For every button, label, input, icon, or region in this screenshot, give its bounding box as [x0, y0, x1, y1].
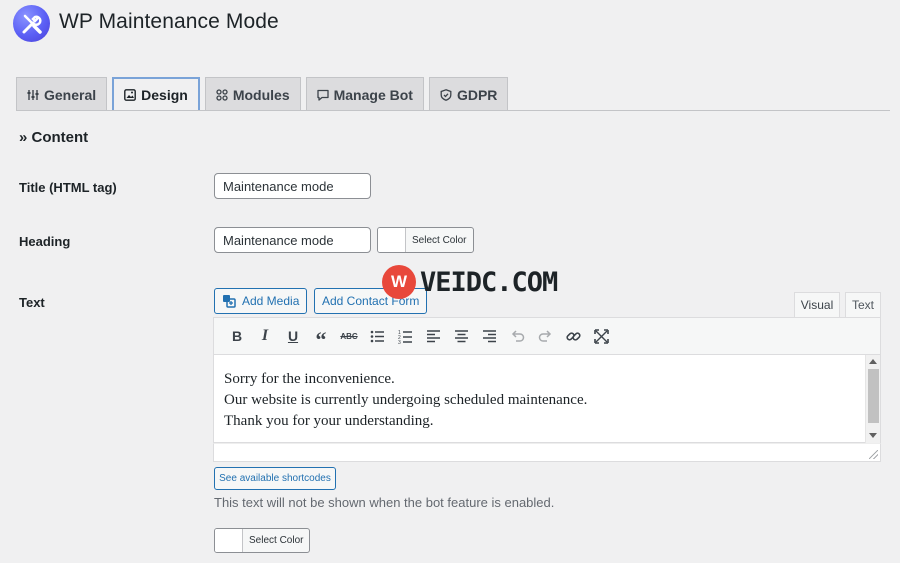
- undo-icon[interactable]: [503, 322, 531, 350]
- scroll-thumb[interactable]: [868, 369, 879, 423]
- redo-icon[interactable]: [531, 322, 559, 350]
- heading-label: Heading: [19, 234, 71, 249]
- tab-design[interactable]: Design: [112, 77, 200, 111]
- editor-line: Our website is currently undergoing sche…: [224, 392, 588, 408]
- italic-icon[interactable]: I: [251, 322, 279, 350]
- tab-gdpr[interactable]: GDPR: [428, 77, 509, 111]
- text-description: This text will not be shown when the bot…: [214, 495, 555, 510]
- text-color-swatch: [215, 529, 243, 552]
- editor-tab-text[interactable]: Text: [845, 292, 881, 318]
- tab-manage-bot-label: Manage Bot: [333, 86, 413, 103]
- app-logo: [13, 5, 50, 42]
- text-label: Text: [19, 295, 45, 310]
- text-color-label: Select Color: [249, 535, 304, 546]
- section-title: » Content: [19, 129, 89, 146]
- shield-icon: [440, 88, 452, 101]
- chat-icon: [316, 89, 329, 101]
- settings-tabs: General Design Modules Manage Bot GDPR: [16, 77, 513, 111]
- heading-color-label: Select Color: [412, 234, 467, 246]
- bullet-list-icon[interactable]: [363, 322, 391, 350]
- editor-scrollbar[interactable]: [865, 355, 880, 443]
- tab-design-label: Design: [141, 87, 188, 103]
- add-media-icon: [223, 294, 236, 308]
- link-icon[interactable]: [559, 322, 587, 350]
- title-input[interactable]: [214, 173, 371, 199]
- editor-statusbar: [213, 443, 881, 462]
- strikethrough-icon[interactable]: ABC: [335, 322, 363, 350]
- scroll-up-arrow-icon[interactable]: [869, 359, 877, 364]
- tab-general-label: General: [44, 86, 97, 103]
- align-right-icon[interactable]: [475, 322, 503, 350]
- tab-modules-label: Modules: [232, 86, 290, 103]
- editor-toolbar: B I U “ ABC 123: [213, 317, 881, 355]
- image-icon: [124, 89, 137, 101]
- bold-icon[interactable]: B: [223, 322, 251, 350]
- editor-line: Thank you for your understanding.: [224, 413, 434, 429]
- text-color-picker-button[interactable]: Select Color: [214, 528, 311, 553]
- editor-content-area[interactable]: Sorry for the inconvenience. Our website…: [213, 355, 881, 443]
- align-left-icon[interactable]: [419, 322, 447, 350]
- sliders-icon: [27, 89, 39, 100]
- title-label: Title (HTML tag): [19, 180, 117, 195]
- align-center-icon[interactable]: [447, 322, 475, 350]
- tab-modules[interactable]: Modules: [204, 77, 301, 111]
- svg-text:3: 3: [398, 340, 401, 344]
- editor-line: Sorry for the inconvenience.: [224, 371, 395, 387]
- tab-gdpr-label: GDPR: [456, 86, 498, 103]
- tab-general[interactable]: General: [16, 77, 108, 111]
- resize-handle-icon[interactable]: [869, 450, 878, 459]
- heading-input[interactable]: [214, 227, 371, 253]
- heading-color-swatch: [378, 228, 406, 252]
- app-title: WP Maintenance Mode: [59, 10, 279, 33]
- fullscreen-icon[interactable]: [587, 322, 615, 350]
- scroll-down-arrow-icon[interactable]: [869, 433, 877, 438]
- numbered-list-icon[interactable]: 123: [391, 322, 419, 350]
- add-media-button[interactable]: Add Media: [214, 288, 308, 314]
- underline-icon[interactable]: U: [279, 322, 307, 350]
- watermark-text: VEIDC.COM: [420, 266, 558, 298]
- blockquote-icon[interactable]: “: [307, 322, 335, 352]
- see-shortcodes-button[interactable]: See available shortcodes: [214, 467, 336, 490]
- heading-color-picker-button[interactable]: Select Color: [377, 227, 475, 253]
- wrench-screwdriver-icon: [22, 14, 42, 34]
- watermark: W VEIDC.COM: [382, 265, 558, 299]
- editor-tab-visual[interactable]: Visual: [794, 292, 840, 318]
- modules-icon: [216, 88, 228, 101]
- add-media-label: Add Media: [242, 294, 300, 308]
- watermark-badge: W: [382, 265, 416, 299]
- tabs-divider: [16, 110, 890, 111]
- tab-manage-bot[interactable]: Manage Bot: [305, 77, 424, 111]
